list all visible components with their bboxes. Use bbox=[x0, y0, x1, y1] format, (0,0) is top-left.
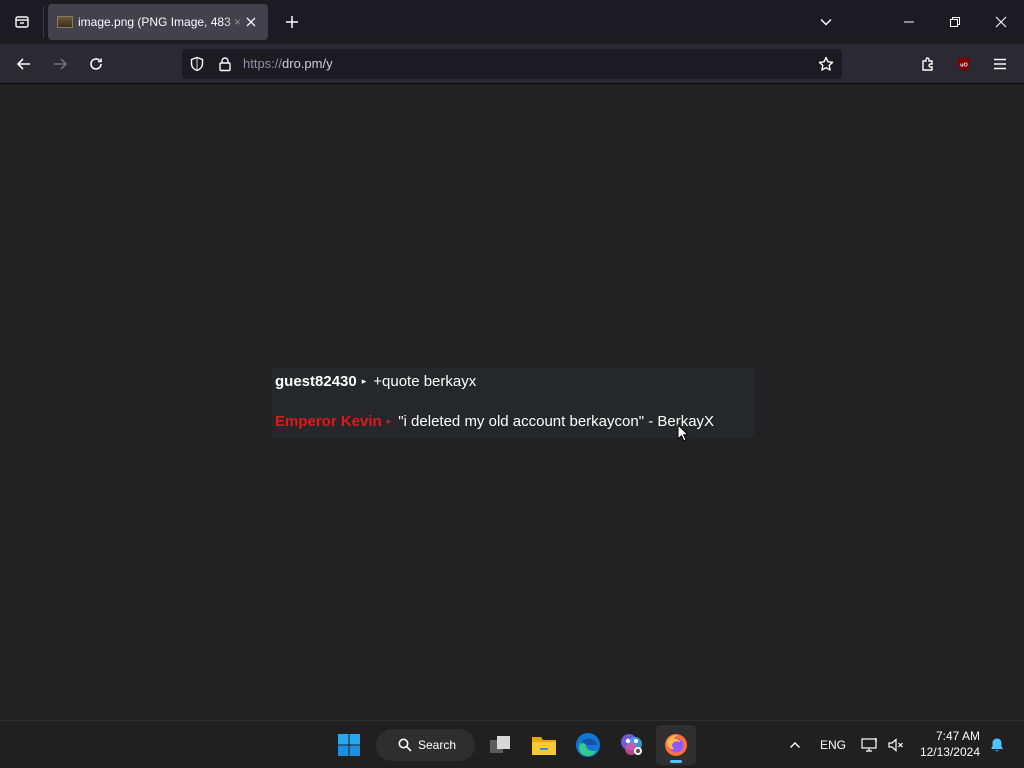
ublock-shield-icon: uO bbox=[958, 57, 970, 71]
search-icon bbox=[398, 738, 412, 752]
image-viewer: guest82430 ▸ +quote berkayx Emperor Kevi… bbox=[0, 85, 1024, 720]
application-menu-button[interactable] bbox=[985, 49, 1015, 79]
clock-date: 12/13/2024 bbox=[919, 745, 980, 759]
volume-button[interactable] bbox=[877, 725, 915, 765]
list-all-tabs-button[interactable] bbox=[803, 0, 849, 44]
bookmark-star-icon[interactable] bbox=[817, 55, 835, 73]
image-favicon-icon bbox=[57, 16, 73, 28]
ublock-origin-button[interactable]: uO bbox=[949, 49, 979, 79]
url-scheme: https:// bbox=[243, 56, 283, 71]
firefox-view-icon bbox=[15, 16, 29, 28]
firefox-button[interactable] bbox=[656, 725, 696, 765]
back-button[interactable] bbox=[9, 49, 39, 79]
close-window-button[interactable] bbox=[978, 0, 1024, 44]
lock-icon[interactable] bbox=[216, 55, 234, 73]
show-hidden-icons-button[interactable] bbox=[775, 725, 815, 765]
taskbar-clock[interactable]: 7:47 AM 12/13/2024 bbox=[912, 728, 980, 760]
restore-icon bbox=[950, 17, 960, 27]
taskbar-search-button[interactable]: Search bbox=[376, 729, 475, 761]
notifications-button[interactable] bbox=[984, 725, 1010, 765]
navigation-toolbar: https://dro.pm/y uO bbox=[0, 44, 1024, 84]
forward-button[interactable] bbox=[45, 49, 75, 79]
minimize-icon bbox=[904, 21, 914, 23]
chat-message: Emperor Kevin ▸ "i deleted my old accoun… bbox=[275, 413, 714, 430]
chat-username: guest82430 bbox=[275, 373, 357, 390]
reload-button[interactable] bbox=[81, 49, 111, 79]
minimize-button[interactable] bbox=[886, 0, 932, 44]
task-view-icon bbox=[490, 736, 510, 753]
bell-icon bbox=[991, 738, 1003, 752]
tab-close-button[interactable] bbox=[242, 13, 260, 31]
chevron-up-icon bbox=[790, 742, 800, 748]
colorful-app-icon bbox=[621, 734, 642, 755]
firefox-icon bbox=[665, 734, 687, 756]
url-bar[interactable]: https://dro.pm/y bbox=[182, 49, 842, 79]
tab-title: image.png (PNG Image, 483 × 70 pixels) bbox=[78, 15, 248, 29]
hamburger-menu-icon bbox=[994, 58, 1006, 70]
browser-window: image.png (PNG Image, 483 × 70 pixels) bbox=[0, 0, 1024, 720]
plus-icon bbox=[286, 16, 298, 28]
puzzle-icon bbox=[922, 57, 933, 71]
close-icon bbox=[995, 16, 1007, 28]
tab-strip: image.png (PNG Image, 483 × 70 pixels) bbox=[0, 0, 1024, 44]
arrow-right-icon bbox=[54, 58, 68, 70]
new-tab-button[interactable] bbox=[278, 8, 306, 36]
file-explorer-button[interactable] bbox=[524, 725, 564, 765]
clock-time: 7:47 AM bbox=[935, 729, 980, 743]
taskbar: Search ENG 7:47 AM 12/13/2024 bbox=[0, 720, 1024, 768]
chevron-down-icon bbox=[820, 18, 832, 26]
arrow-left-icon bbox=[16, 58, 30, 70]
firefox-view-button[interactable] bbox=[8, 8, 36, 36]
reload-icon bbox=[90, 58, 102, 70]
windows-logo-icon bbox=[338, 734, 360, 756]
url-host: dro.pm/y bbox=[282, 56, 333, 71]
chat-arrow-icon: ▸ bbox=[361, 376, 367, 386]
tracking-protection-shield-icon[interactable] bbox=[188, 55, 206, 73]
app-button[interactable] bbox=[612, 725, 652, 765]
chat-message: guest82430 ▸ +quote berkayx bbox=[275, 373, 476, 390]
url-text[interactable]: https://dro.pm/y bbox=[243, 56, 333, 71]
chat-text: "i deleted my old account berkaycon" - B… bbox=[398, 413, 715, 430]
ublock-badge-text: uO bbox=[960, 63, 968, 69]
close-icon bbox=[246, 17, 256, 27]
tab-active[interactable]: image.png (PNG Image, 483 × 70 pixels) bbox=[48, 4, 268, 40]
active-app-indicator bbox=[670, 760, 682, 763]
tab-separator bbox=[43, 6, 44, 38]
chat-text: +quote berkayx bbox=[373, 373, 477, 390]
chat-username: Emperor Kevin bbox=[275, 413, 382, 430]
search-label: Search bbox=[418, 738, 457, 752]
mouse-cursor-icon bbox=[677, 424, 689, 442]
chat-arrow-icon: ▸ bbox=[386, 416, 392, 426]
restore-button[interactable] bbox=[932, 0, 978, 44]
folder-icon bbox=[532, 737, 556, 755]
edge-browser-icon bbox=[576, 733, 600, 757]
speaker-muted-icon bbox=[888, 738, 903, 752]
input-language-indicator[interactable]: ENG bbox=[820, 738, 846, 752]
task-view-button[interactable] bbox=[480, 725, 520, 765]
extensions-button[interactable] bbox=[913, 49, 943, 79]
edge-button[interactable] bbox=[568, 725, 608, 765]
start-button[interactable] bbox=[329, 725, 369, 765]
